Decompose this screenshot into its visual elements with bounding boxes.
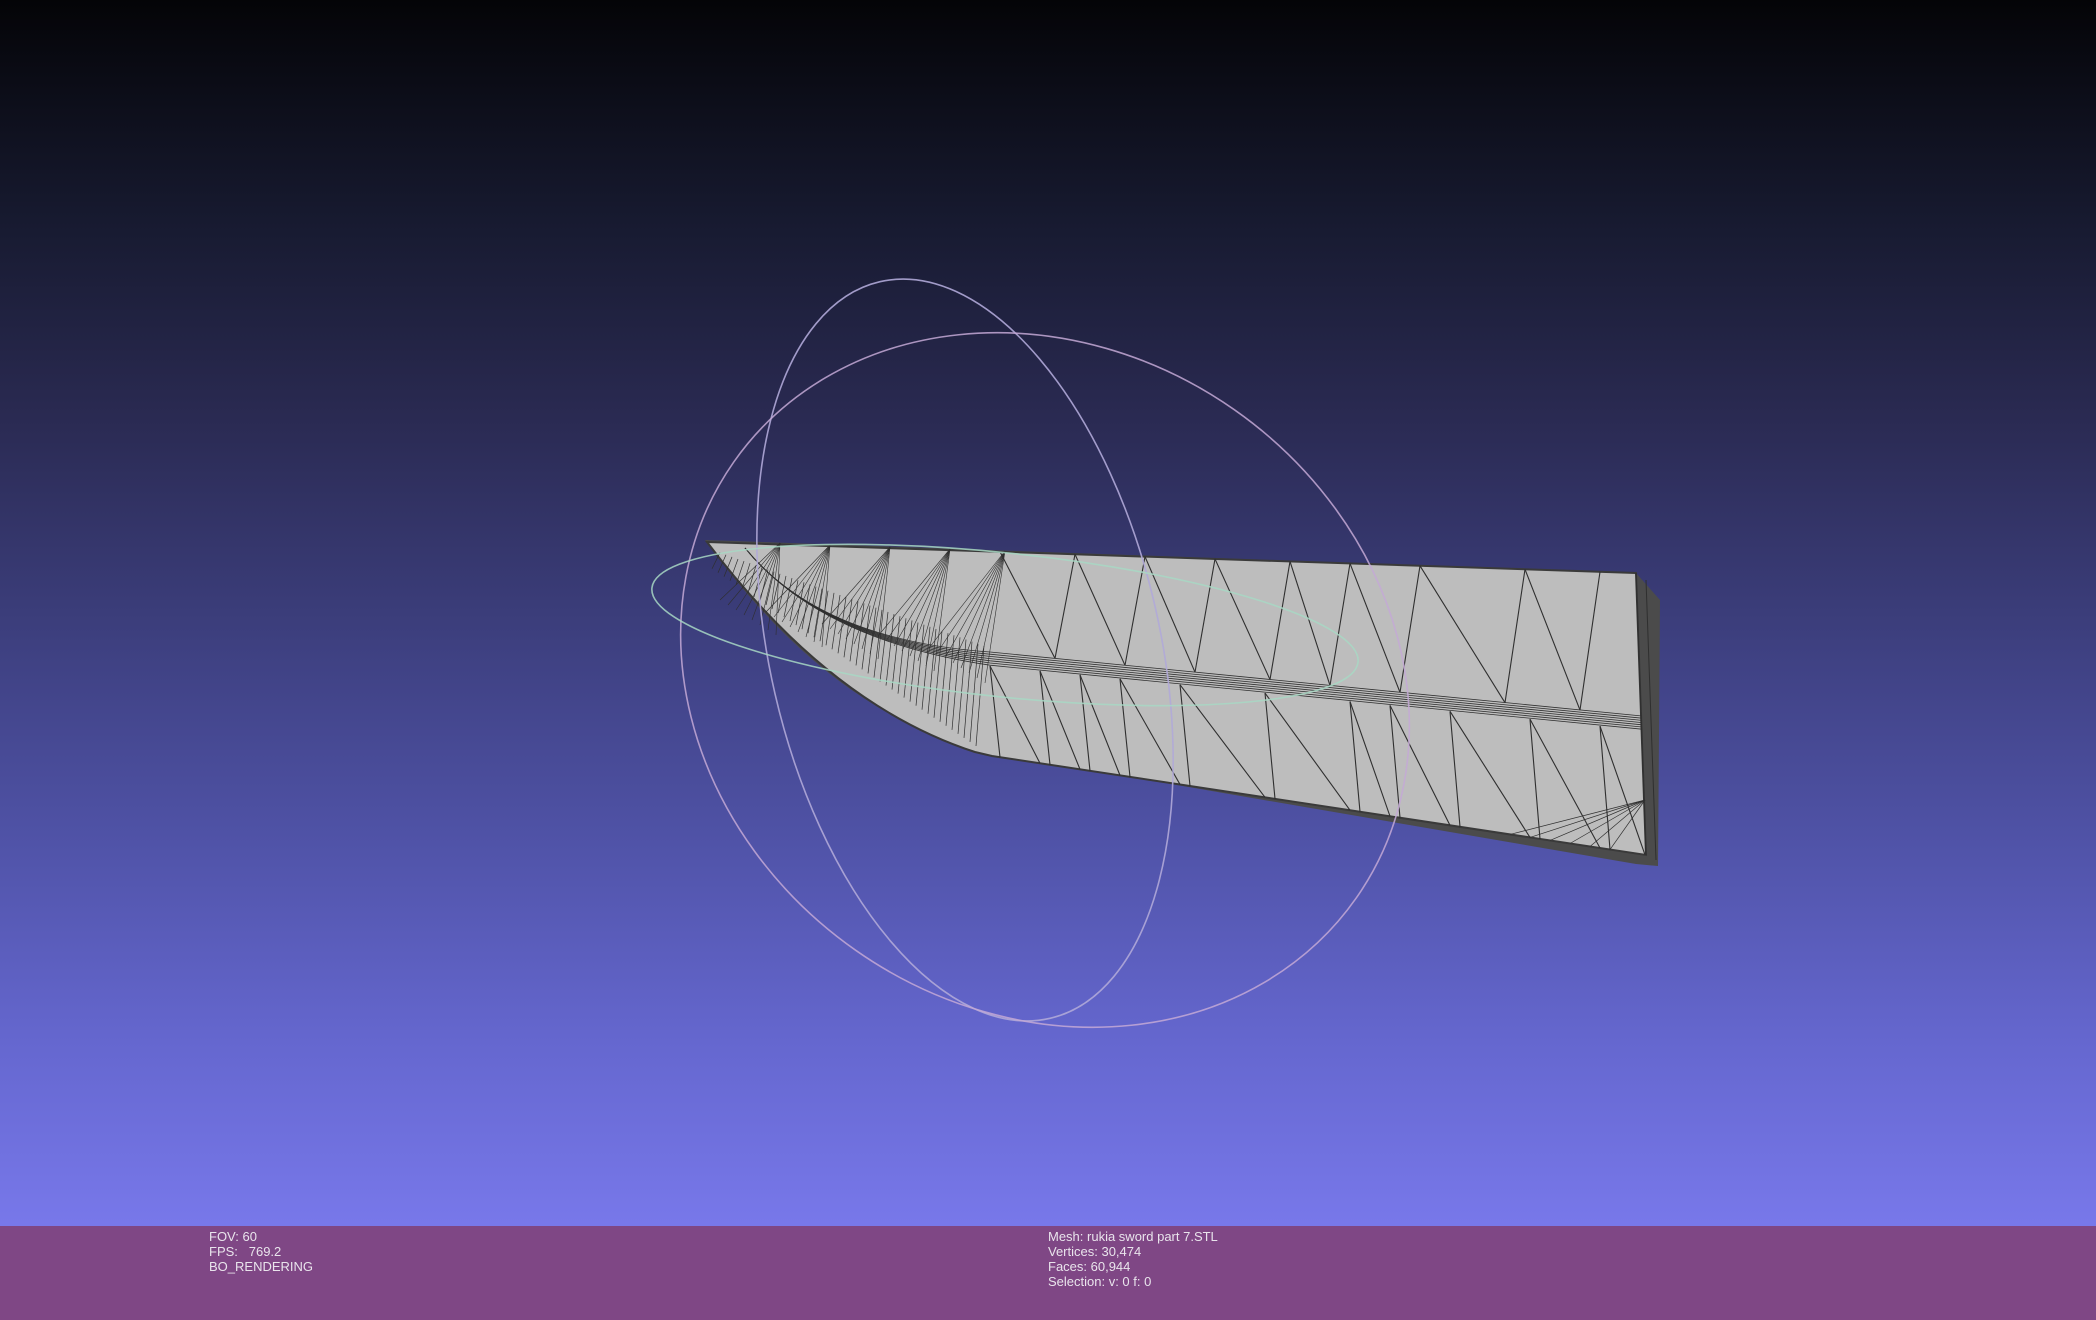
face-count: Faces: 60,944 [1048,1259,1131,1274]
info-bar: FOV: 60 FPS: 769.2 BO_RENDERING Mesh: ru… [0,1226,2096,1320]
mesh-info: Mesh: rukia sword part 7.STL Vertices: 3… [1048,1229,1218,1289]
vertex-count: Vertices: 30,474 [1048,1244,1142,1259]
fps-readout: FPS: 769.2 [209,1244,282,1259]
scene-canvas[interactable] [0,0,2096,1226]
render-mode: BO_RENDERING [209,1259,314,1274]
fov-readout: FOV: 60 [209,1229,257,1244]
render-info: FOV: 60 FPS: 769.2 BO_RENDERING [209,1229,313,1274]
mesh-name: Mesh: rukia sword part 7.STL [1048,1229,1218,1244]
selection-count: Selection: v: 0 f: 0 [1048,1274,1152,1289]
3d-viewport[interactable] [0,0,2096,1226]
mesh-model [704,540,1660,866]
